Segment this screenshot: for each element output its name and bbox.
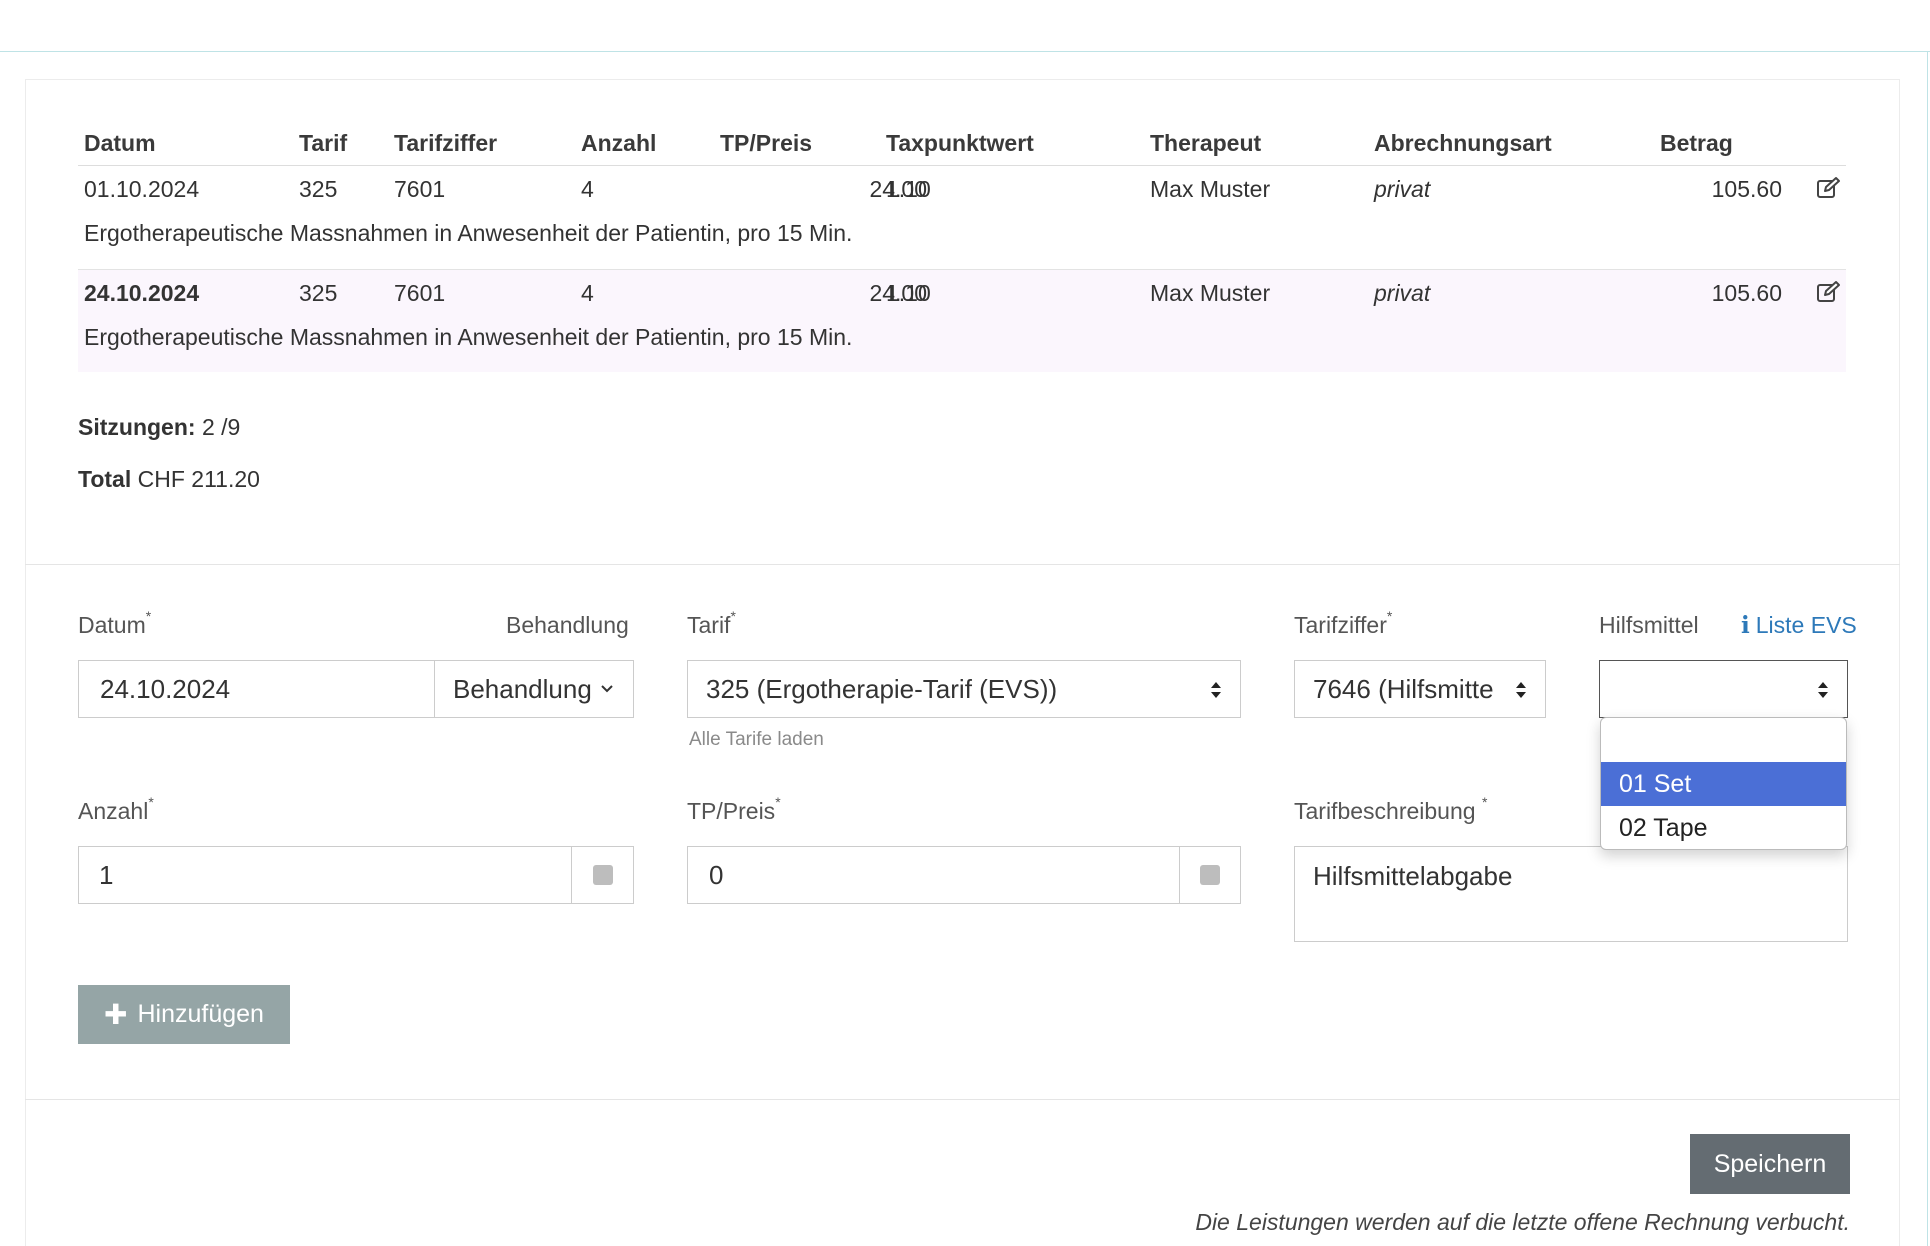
load-all-tariffs-link[interactable]: Alle Tarife laden — [689, 729, 824, 751]
right-border-line — [1927, 51, 1928, 1246]
header-abrechnungsart: Abrechnungsart — [1374, 130, 1552, 156]
table-row: 01.10.2024 325 7601 4 24.00 1.10 Max Mus… — [78, 166, 1846, 269]
sessions-label: Sitzungen: — [78, 414, 196, 440]
booking-note: Die Leistungen werden auf die letzte off… — [1195, 1209, 1850, 1235]
top-border-line — [0, 51, 1930, 52]
chevron-down-icon — [601, 685, 613, 693]
cell-taxpunktwert: 1.10 — [886, 280, 931, 306]
behandlung-dropdown-button[interactable]: Behandlung — [434, 660, 634, 718]
behandlung-label: Behandlung — [506, 612, 629, 638]
tp-preis-input[interactable]: 0 — [687, 846, 1241, 904]
cell-tarif: 325 — [299, 176, 338, 202]
row-description: Ergotherapeutische Massnahmen in Anwesen… — [84, 324, 853, 350]
cell-betrag: 105.60 — [1711, 176, 1782, 202]
hilfsmittel-select[interactable] — [1599, 660, 1848, 718]
section-divider — [25, 1099, 1900, 1100]
sessions-value: 2 /9 — [201, 414, 241, 440]
dropdown-option-empty[interactable] — [1601, 718, 1846, 762]
tarifbeschreibung-label: Tarifbeschreibung * — [1294, 794, 1488, 824]
anzahl-input[interactable]: 1 — [78, 846, 634, 904]
datum-label: Datum* — [78, 608, 152, 638]
cell-taxpunktwert: 1.10 — [886, 176, 931, 202]
cell-therapeut: Max Muster — [1150, 280, 1271, 306]
header-betrag: Betrag — [1660, 130, 1733, 156]
tp-preis-addon[interactable] — [1179, 847, 1240, 903]
cell-datum: 24.10.2024 — [84, 280, 200, 306]
cell-tarif: 325 — [299, 280, 338, 306]
table-header: Datum Tarif Tarifziffer Anzahl TP/Preis … — [78, 118, 1846, 166]
header-datum: Datum — [84, 130, 156, 156]
dropdown-option-02-tape[interactable]: 02 Tape — [1601, 806, 1846, 849]
square-icon — [592, 865, 613, 885]
anzahl-label: Anzahl* — [78, 794, 154, 824]
hilfsmittel-label: Hilfsmittel — [1599, 612, 1699, 638]
edit-icon[interactable] — [1816, 176, 1842, 200]
total-value: CHF 211.20 — [137, 466, 260, 492]
select-arrows-icon — [1211, 682, 1221, 698]
hilfsmittel-dropdown-list: 01 Set 02 Tape — [1600, 717, 1847, 850]
tp-preis-label: TP/Preis* — [687, 794, 781, 824]
tarif-select[interactable]: 325 (Ergotherapie-Tarif (EVS)) — [687, 660, 1241, 718]
section-divider — [25, 564, 1900, 565]
cell-anzahl: 4 — [581, 176, 594, 202]
datum-input[interactable]: 24.10.2024 — [78, 660, 435, 718]
info-icon: i — [1741, 612, 1750, 639]
cell-datum: 01.10.2024 — [84, 176, 200, 202]
header-therapeut: Therapeut — [1150, 130, 1262, 156]
square-icon — [1200, 865, 1220, 885]
tarifbeschreibung-textarea[interactable]: Hilfsmittelabgabe — [1294, 846, 1848, 942]
cell-tarifziffer: 7601 — [394, 280, 446, 306]
plus-icon: ✚ — [104, 999, 128, 1030]
cell-tarifziffer: 7601 — [394, 176, 446, 202]
cell-abrechnungsart: privat — [1374, 280, 1431, 306]
cell-therapeut: Max Muster — [1150, 176, 1271, 202]
add-button[interactable]: ✚ Hinzufügen — [78, 985, 290, 1044]
tarif-label: Tarif* — [687, 608, 736, 638]
total-summary: Total CHF 211.20 — [78, 466, 260, 493]
dropdown-option-01-set[interactable]: 01 Set — [1601, 762, 1846, 806]
select-arrows-icon — [1818, 682, 1828, 698]
sessions-summary: Sitzungen: 2 /9 — [78, 414, 240, 441]
table-row: 24.10.2024 325 7601 4 24.00 1.10 Max Mus… — [78, 269, 1846, 372]
header-anzahl: Anzahl — [581, 130, 657, 156]
tarifziffer-select[interactable]: 7646 (Hilfsmitte — [1294, 660, 1546, 718]
cell-anzahl: 4 — [581, 280, 594, 306]
header-tarif: Tarif — [299, 130, 348, 156]
header-tp-preis: TP/Preis — [720, 130, 813, 156]
header-tarifziffer: Tarifziffer — [394, 130, 498, 156]
cell-abrechnungsart: privat — [1374, 176, 1431, 202]
row-description: Ergotherapeutische Massnahmen in Anwesen… — [84, 220, 853, 246]
liste-evs-link[interactable]: i Liste EVS — [1741, 612, 1857, 639]
total-label: Total — [78, 466, 132, 492]
tarifziffer-label: Tarifziffer* — [1294, 608, 1393, 638]
services-table: Datum Tarif Tarifziffer Anzahl TP/Preis … — [78, 118, 1846, 372]
edit-icon[interactable] — [1816, 280, 1842, 304]
select-arrows-icon — [1516, 682, 1526, 698]
anzahl-addon[interactable] — [571, 847, 633, 903]
header-taxpunktwert: Taxpunktwert — [886, 130, 1034, 156]
cell-betrag: 105.60 — [1711, 280, 1782, 306]
save-button[interactable]: Speichern — [1690, 1134, 1850, 1194]
